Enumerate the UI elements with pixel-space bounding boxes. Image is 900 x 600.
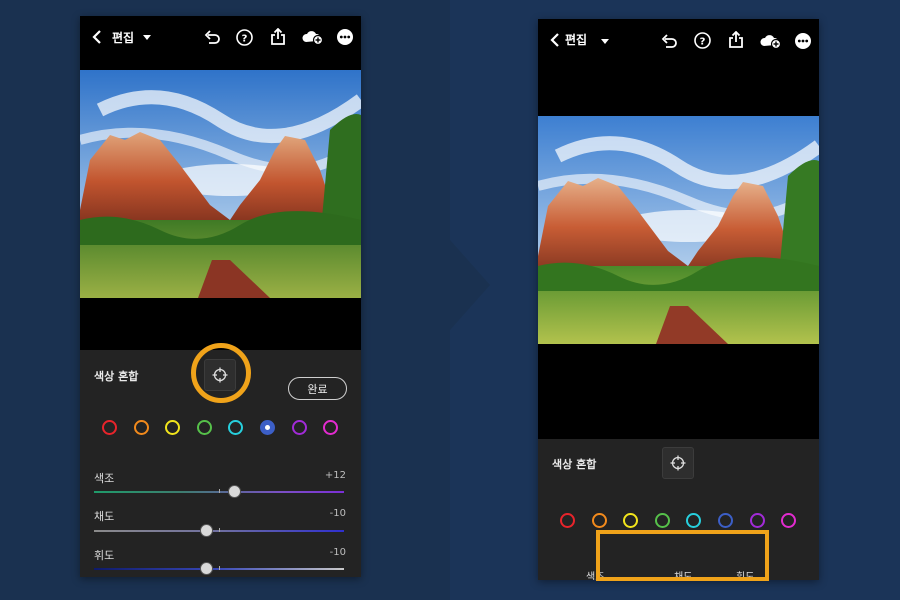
- color-swatch-aqua[interactable]: [228, 420, 244, 435]
- target-adjust-icon: [670, 455, 686, 471]
- chevron-arrow-shape: [450, 240, 490, 330]
- color-swatch-yellow[interactable]: [623, 513, 639, 528]
- slider-value-saturation: -10: [329, 508, 346, 519]
- color-swatch-red[interactable]: [560, 513, 575, 528]
- more-icon[interactable]: [336, 28, 354, 46]
- top-toolbar: 편집 ?: [538, 19, 819, 61]
- color-swatch-green[interactable]: [196, 420, 212, 435]
- color-swatch-blue[interactable]: [260, 420, 275, 435]
- phone-screen-left: 편집 ? 색상 혼합 완료 색조 +12 채도 -10 휘도 -10: [80, 16, 361, 577]
- color-swatch-magenta[interactable]: [323, 420, 339, 435]
- saturation-slider-thumb[interactable]: [200, 524, 213, 537]
- chevron-left-icon[interactable]: [548, 31, 562, 49]
- target-adjust-button[interactable]: [662, 447, 694, 479]
- caret-down-icon[interactable]: [600, 37, 610, 45]
- landscape-photo: [538, 116, 819, 344]
- svg-text:?: ?: [699, 36, 705, 47]
- landscape-photo: [80, 70, 361, 298]
- undo-icon[interactable]: [660, 32, 678, 50]
- edit-mode-title[interactable]: 편집: [112, 29, 134, 46]
- color-swatch-yellow[interactable]: [165, 420, 181, 435]
- help-icon[interactable]: ?: [693, 31, 711, 49]
- color-swatch-aqua[interactable]: [686, 513, 702, 528]
- highlight-rect-annotation: [596, 530, 769, 581]
- color-swatch-orange[interactable]: [133, 420, 149, 435]
- cloud-add-icon[interactable]: [759, 32, 781, 50]
- caret-down-icon[interactable]: [142, 33, 152, 41]
- luminance-slider-thumb[interactable]: [200, 562, 213, 575]
- color-swatch-green[interactable]: [654, 513, 670, 528]
- slider-label-luminance: 휘도: [94, 549, 115, 562]
- color-swatch-blue[interactable]: [718, 513, 733, 528]
- slider-label-hue: 색조: [94, 472, 115, 485]
- svg-text:?: ?: [241, 33, 247, 44]
- luminance-center-tick: [219, 566, 220, 570]
- top-toolbar: 편집 ?: [80, 16, 361, 58]
- cloud-add-icon[interactable]: [301, 28, 323, 46]
- phone-screen-right: 편집 ? 색상 혼합 색조 채도 휘도: [538, 19, 819, 580]
- slider-label-saturation: 채도: [94, 510, 115, 523]
- more-icon[interactable]: [794, 32, 812, 50]
- hue-center-tick: [219, 489, 220, 493]
- help-icon[interactable]: ?: [235, 28, 253, 46]
- panel-title: 색상 혼합: [552, 458, 597, 471]
- hue-slider-thumb[interactable]: [227, 485, 241, 498]
- color-swatch-purple[interactable]: [291, 420, 307, 435]
- slider-value-hue: +12: [324, 470, 346, 481]
- color-swatch-magenta[interactable]: [781, 513, 797, 528]
- slider-value-luminance: -10: [329, 547, 346, 558]
- saturation-center-tick: [219, 528, 220, 532]
- chevron-left-icon[interactable]: [90, 28, 104, 46]
- color-swatch-purple[interactable]: [749, 513, 765, 528]
- edit-mode-title[interactable]: 편집: [565, 31, 587, 48]
- share-icon[interactable]: [269, 27, 287, 46]
- done-button[interactable]: 완료: [288, 377, 347, 400]
- undo-icon[interactable]: [203, 28, 221, 46]
- highlight-circle-annotation: [191, 343, 251, 403]
- share-icon[interactable]: [727, 30, 745, 49]
- color-swatch-red[interactable]: [102, 420, 117, 435]
- color-swatch-orange[interactable]: [591, 513, 607, 528]
- panel-title: 색상 혼합: [94, 370, 139, 383]
